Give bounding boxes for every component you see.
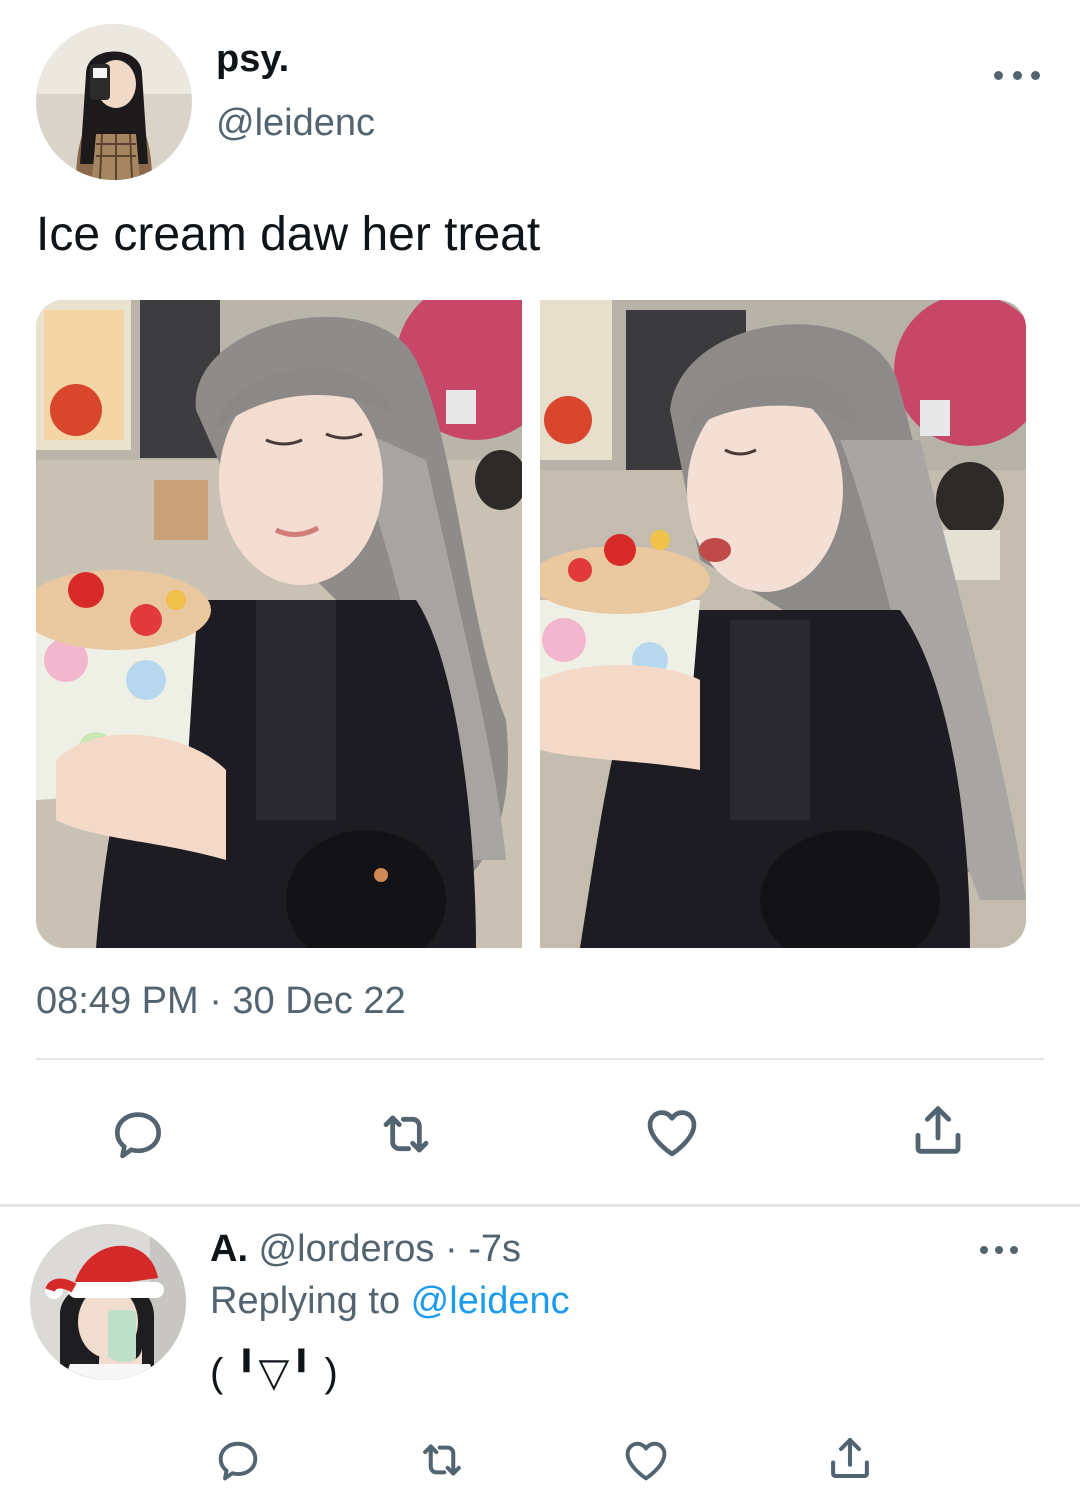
share-icon[interactable] — [818, 1426, 882, 1490]
avatar[interactable] — [36, 24, 192, 180]
reply-avatar-image — [30, 1224, 186, 1380]
tweet-media — [36, 300, 1026, 948]
retweet-icon[interactable] — [410, 1428, 474, 1492]
tweet-timestamp[interactable]: 08:49 PM · 30 Dec 22 — [36, 978, 406, 1024]
more-options-icon[interactable] — [980, 1236, 1018, 1264]
section-divider — [0, 1204, 1080, 1207]
display-name[interactable]: psy. — [216, 36, 289, 82]
like-icon[interactable] — [614, 1428, 678, 1492]
replying-to-label: Replying to — [210, 1280, 411, 1322]
avatar-image — [36, 24, 192, 180]
like-icon[interactable] — [640, 1100, 704, 1164]
reply-icon[interactable] — [106, 1102, 170, 1166]
tweet-photo-2[interactable] — [540, 300, 1026, 948]
more-options-icon[interactable] — [994, 60, 1040, 90]
reply-text: ( ╹▽╹ ) — [210, 1351, 338, 1395]
replying-to-mention[interactable]: @leidenc — [411, 1280, 570, 1322]
replying-to: Replying to @leidenc — [210, 1278, 570, 1324]
retweet-icon[interactable] — [374, 1102, 438, 1166]
tweet-photo-1[interactable] — [36, 300, 522, 948]
avatar[interactable] — [30, 1224, 186, 1380]
reply-icon[interactable] — [206, 1428, 270, 1492]
reply-handle-time[interactable]: @lorderos · -7s — [248, 1228, 521, 1270]
tweet-text: Ice cream daw her treat — [36, 208, 541, 261]
reply-display-name[interactable]: A. — [210, 1228, 248, 1270]
divider — [36, 1058, 1044, 1060]
reply-header: A. @lorderos · -7s — [210, 1226, 521, 1272]
tweet-detail-page: psy. @leidenc Ice cream daw her treat 08… — [0, 0, 1080, 1512]
share-icon[interactable] — [906, 1098, 970, 1162]
user-handle[interactable]: @leidenc — [216, 100, 375, 146]
